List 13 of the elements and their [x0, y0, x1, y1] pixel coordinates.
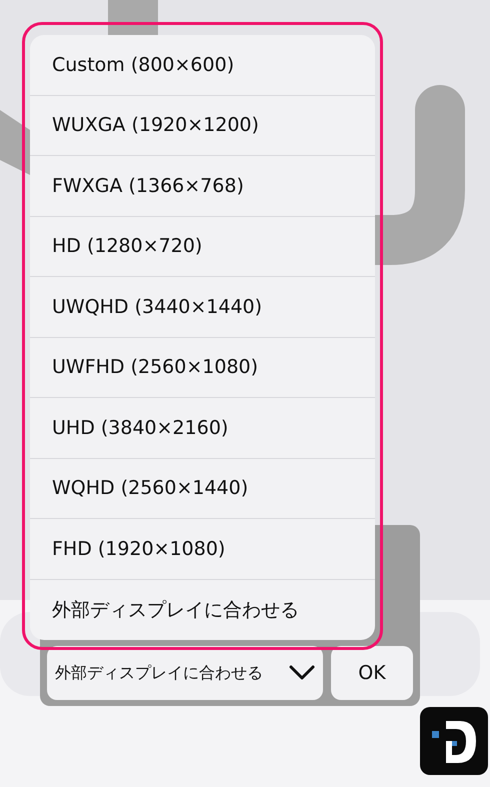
display-dropdown[interactable]: 外部ディスプレイに合わせる — [47, 646, 323, 700]
menu-item[interactable]: WQHD (2560×1440) — [30, 458, 375, 519]
menu-item[interactable]: FWXGA (1366×768) — [30, 156, 375, 216]
menu-item[interactable]: UWQHD (3440×1440) — [30, 277, 375, 338]
menu-item[interactable]: UWFHD (2560×1080) — [30, 338, 375, 398]
menu-item[interactable]: 外部ディスプレイに合わせる — [30, 580, 375, 640]
menu-item[interactable]: UHD (3840×2160) — [30, 398, 375, 458]
ok-button[interactable]: OK — [331, 646, 413, 700]
menu-item[interactable]: WUXGA (1920×1200) — [30, 96, 375, 156]
chevron-down-icon — [289, 665, 315, 681]
menu-item[interactable]: FHD (1920×1080) — [30, 519, 375, 580]
menu-item[interactable]: Custom (800×600) — [30, 35, 375, 96]
menu-item[interactable]: HD (1280×720) — [30, 216, 375, 277]
